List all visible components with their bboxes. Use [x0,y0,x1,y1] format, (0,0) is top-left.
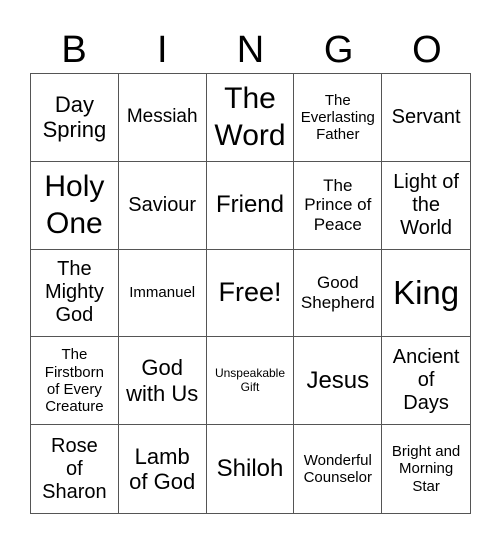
header-letter-i: I [157,29,168,71]
bingo-cell[interactable]: God with Us [118,337,207,426]
bingo-cell[interactable]: The Prince of Peace [294,161,383,250]
bingo-cell[interactable]: Messiah [118,74,207,162]
bingo-cell[interactable]: Holy One [31,161,119,250]
bingo-cell[interactable]: Immanuel [118,249,207,338]
bingo-cell[interactable]: Light of the World [382,162,470,250]
bingo-cell[interactable]: Unspeakable Gift [206,337,295,426]
header-letter-o: O [412,29,442,71]
bingo-cell[interactable]: Day Spring [31,74,119,162]
bingo-cell[interactable]: King [382,250,470,338]
bingo-cell[interactable]: Jesus [294,337,383,426]
bingo-cell[interactable]: Shiloh [207,425,295,513]
bingo-cell[interactable]: Good Shepherd [294,249,383,338]
bingo-cell[interactable]: Friend [206,161,295,250]
bingo-cell[interactable]: Lamb of God [119,425,207,513]
bingo-cell[interactable]: Saviour [118,161,207,250]
bingo-cell[interactable]: Wonderful Counselor [294,425,383,513]
header-letter-g: G [323,29,354,71]
bingo-cell[interactable]: The Firstborn of Every Creature [31,337,119,426]
bingo-cell[interactable]: The Everlasting Father [294,74,383,162]
header-letter-b: B [61,29,87,71]
header-letter-n: N [236,29,265,71]
bingo-cell[interactable]: Servant [382,74,470,162]
bingo-cell[interactable]: Bright and Morning Star [382,425,470,513]
bingo-grid: Day Spring Messiah The Word The Everlast… [30,73,471,514]
bingo-cell[interactable]: The Word [206,74,295,162]
bingo-cell[interactable]: Rose of Sharon [31,425,119,513]
bingo-header: B I N G O [30,28,471,72]
bingo-cell[interactable]: Ancient of Days [382,337,470,426]
bingo-cell free-space[interactable]: Free! [206,249,295,338]
bingo-cell[interactable]: The Mighty God [31,249,119,338]
